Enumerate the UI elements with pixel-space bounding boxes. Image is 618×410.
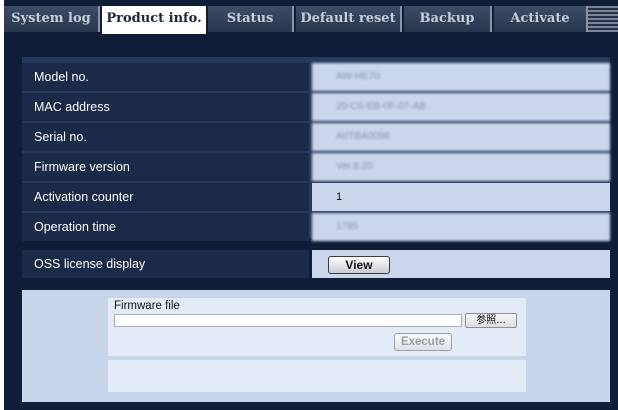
oss-license-row: OSS license display View [22, 250, 610, 278]
tab-product-info[interactable]: Product info. [102, 6, 206, 34]
mac-address-label: MAC address [22, 93, 309, 121]
view-button[interactable]: View [328, 256, 390, 274]
serial-no-label: Serial no. [22, 123, 309, 151]
browse-button[interactable]: 参照... [465, 313, 517, 328]
tab-backup[interactable]: Backup [404, 6, 492, 32]
table-row: Serial no. A0TBA0096 [22, 123, 610, 151]
firmware-version-value: Ver.8.20 [312, 153, 610, 181]
table-row: Model no. AW-HE70 [22, 63, 610, 91]
table-row: Activation counter 1 [22, 183, 610, 211]
tab-bar-end [588, 6, 618, 32]
execute-button[interactable]: Execute [394, 333, 452, 351]
serial-no-value: A0TBA0096 [312, 123, 610, 151]
model-no-label: Model no. [22, 63, 309, 91]
firmware-version-label: Firmware version [22, 153, 309, 181]
firmware-status-box [108, 360, 526, 392]
product-info-table: Model no. AW-HE70 MAC address 20-C6-EB-0… [22, 57, 610, 241]
firmware-update-panel: Firmware file 参照... Execute [22, 290, 610, 402]
firmware-file-label: Firmware file [114, 300, 180, 312]
mac-address-value: 20-C6-EB-0F-07-AB [312, 93, 610, 121]
oss-license-value-cell: View [312, 250, 610, 278]
tab-system-log[interactable]: System log [4, 6, 100, 32]
firmware-file-box: Firmware file 参照... Execute [108, 298, 526, 356]
tab-status[interactable]: Status [208, 6, 294, 32]
activation-counter-label: Activation counter [22, 183, 309, 211]
oss-license-label: OSS license display [22, 250, 309, 278]
tab-bar: System log Product info. Status Default … [4, 6, 618, 34]
firmware-file-input[interactable] [114, 314, 462, 327]
table-row: Operation time 1785 [22, 213, 610, 241]
table-row: Firmware version Ver.8.20 [22, 153, 610, 181]
activation-counter-value: 1 [312, 183, 610, 211]
tab-activate[interactable]: Activate [494, 6, 588, 32]
operation-time-label: Operation time [22, 213, 309, 241]
table-row: MAC address 20-C6-EB-0F-07-AB [22, 93, 610, 121]
tab-default-reset[interactable]: Default reset [296, 6, 402, 32]
model-no-value: AW-HE70 [312, 63, 610, 91]
operation-time-value: 1785 [312, 213, 610, 241]
